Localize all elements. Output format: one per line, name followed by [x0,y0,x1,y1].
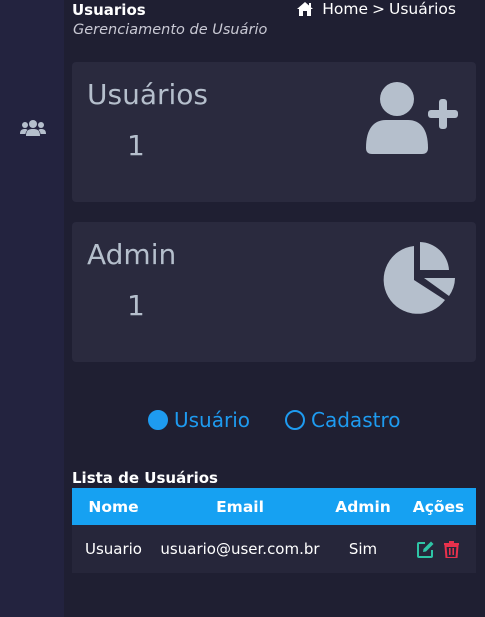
card-label-admin: Admin [87,238,177,271]
cell-acoes [401,540,476,558]
radio-cadastro[interactable]: Cadastro [285,408,400,432]
breadcrumb-home-link[interactable]: Home [322,0,368,18]
edit-icon[interactable] [417,541,434,558]
breadcrumb-separator: > [372,0,386,18]
sidebar [0,0,64,617]
pie-chart-icon [383,242,455,314]
cell-nome: Usuario [84,540,142,558]
card-label-users: Usuários [87,78,208,111]
page-title: Usuarios [72,1,146,19]
table-header: Nome Email Admin Ações [72,488,476,525]
column-header-admin: Admin [335,497,391,516]
breadcrumb-current: Usuários [389,0,456,18]
cell-email: usuario@user.com.br [160,540,320,558]
users-icon[interactable] [20,119,46,137]
cell-admin: Sim [348,540,378,558]
main-content: Usuarios Gerenciamento de Usuário Home >… [64,0,485,617]
view-toggle: Usuário Cadastro [148,408,435,432]
admin-count-card: Admin 1 [72,222,476,362]
card-value-admin: 1 [127,289,145,322]
radio-usuario-label[interactable]: Usuário [174,408,250,432]
radio-cadastro-label[interactable]: Cadastro [311,408,400,432]
page-subtitle: Gerenciamento de Usuário [73,22,268,38]
trash-icon[interactable] [443,540,460,558]
breadcrumb: Home > Usuários [296,0,456,18]
user-table: Nome Email Admin Ações Usuario usuario@u… [72,488,476,573]
home-icon[interactable] [296,1,314,17]
column-header-nome: Nome [88,497,139,516]
column-header-acoes: Ações [412,497,465,516]
user-plus-icon [366,82,458,154]
table-row: Usuario usuario@user.com.br Sim [72,525,476,573]
radio-cadastro-dot[interactable] [285,410,306,430]
users-count-card: Usuários 1 [72,62,476,202]
card-value-users: 1 [127,129,145,162]
radio-usuario-dot[interactable] [148,410,168,430]
column-header-email: Email [216,497,264,516]
radio-usuario[interactable]: Usuário [148,408,250,432]
user-list-title: Lista de Usuários [72,469,218,487]
